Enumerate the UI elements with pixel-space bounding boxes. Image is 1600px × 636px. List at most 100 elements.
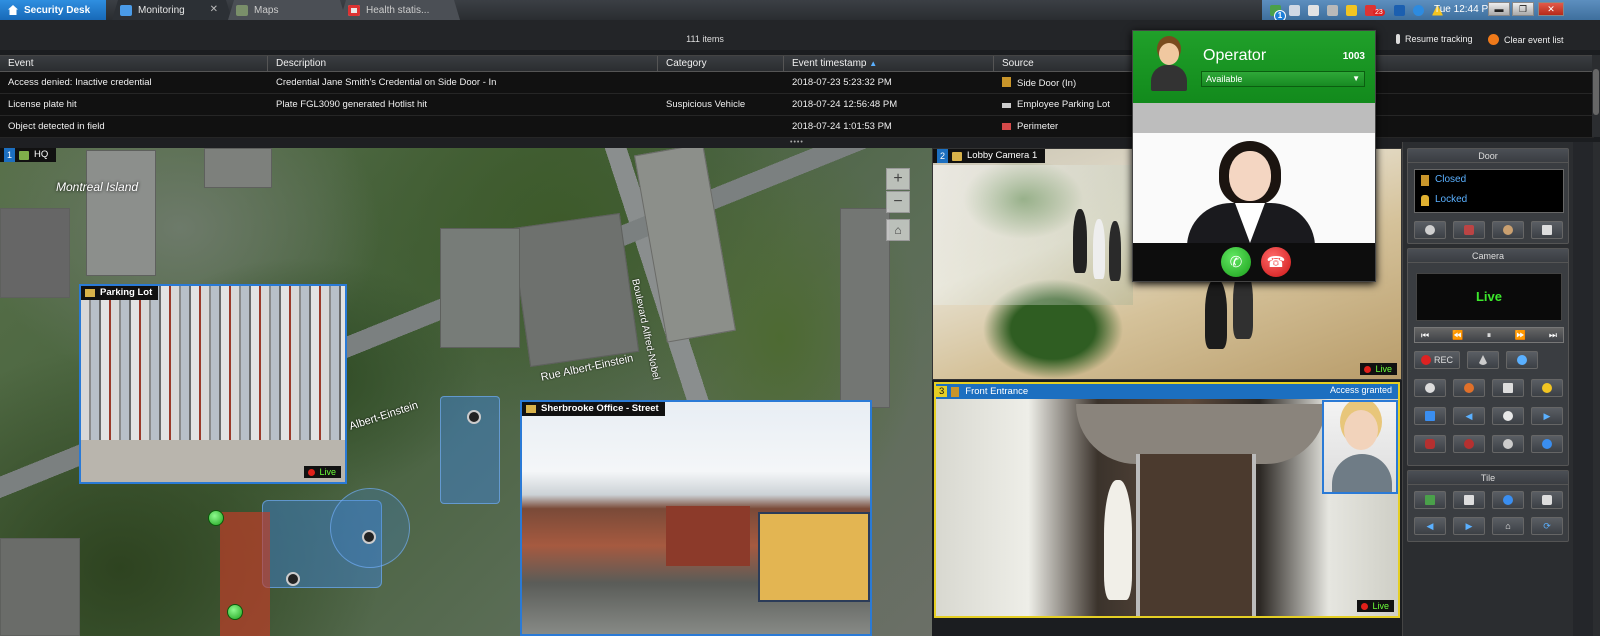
zoom-in-button[interactable]: +	[886, 168, 910, 190]
volume-icon[interactable]	[1394, 4, 1405, 16]
tile-clear-button[interactable]	[1453, 491, 1485, 509]
window-close-button[interactable]: ✕	[1538, 2, 1564, 16]
street-camera-overlay[interactable]: Sherbrooke Office - Street	[520, 400, 872, 636]
view-button[interactable]	[1506, 351, 1538, 369]
sort-ascending-icon: ▲	[869, 59, 878, 68]
door-state-list: Closed Locked	[1414, 169, 1564, 213]
panel-scroll-area[interactable]	[1573, 142, 1593, 636]
home-tab[interactable]: Security Desk	[0, 0, 106, 20]
column-header-timestamp[interactable]: Event timestamp ▲	[784, 56, 994, 71]
ptz-home-button[interactable]	[1492, 407, 1524, 425]
cell-timestamp: 2018-07-24 1:01:53 PM	[792, 121, 892, 132]
home-icon: ⌂	[1505, 521, 1511, 531]
camera-icon	[526, 405, 536, 413]
close-icon[interactable]: ✕	[210, 4, 218, 15]
eject-button[interactable]	[1467, 351, 1499, 369]
minimize-button[interactable]: ▬	[1488, 2, 1510, 16]
record-button[interactable]: REC	[1414, 351, 1460, 369]
ptz-right-button[interactable]: ▶	[1531, 407, 1563, 425]
resume-tracking-button[interactable]: Resume tracking	[1396, 34, 1473, 44]
cell-timestamp: 2018-07-23 5:23:32 PM	[792, 77, 892, 88]
skip-end-icon[interactable]: ⏭	[1549, 328, 1557, 342]
door-widget-title: Door	[1408, 149, 1568, 163]
scrollbar-thumb[interactable]	[1593, 69, 1599, 115]
tab-maps[interactable]: Maps	[228, 0, 346, 20]
export-button[interactable]	[1492, 379, 1524, 397]
column-header-event[interactable]: Event	[0, 56, 268, 71]
cardholder-photo[interactable]	[1322, 400, 1398, 494]
tile-title: Front Entrance	[965, 386, 1029, 397]
parking-lot-overlay[interactable]: Parking Lot Live	[79, 284, 347, 484]
camera-info-button[interactable]	[1531, 435, 1563, 453]
info-icon	[1542, 439, 1552, 449]
tile-refresh-button[interactable]: ⟳	[1531, 517, 1563, 535]
device-icon[interactable]	[1308, 4, 1319, 16]
camera-icon[interactable]	[362, 530, 376, 544]
globe-icon[interactable]	[1413, 4, 1424, 16]
door-actions	[1414, 221, 1563, 239]
door-state-locked: Locked	[1415, 190, 1563, 210]
alarm-icon[interactable]: 23	[1365, 4, 1385, 16]
unlock-door-button[interactable]	[1414, 221, 1446, 239]
tile-next-button[interactable]: ▶	[1453, 517, 1485, 535]
map-tile[interactable]: Montreal Island Rue Albert-Einstein Albe…	[0, 148, 932, 636]
restore-button[interactable]: ❐	[1512, 2, 1534, 16]
zoom-button[interactable]	[1492, 435, 1524, 453]
camera-coverage-zone[interactable]	[330, 488, 410, 568]
overlay-camera-title: Parking Lot	[100, 287, 153, 298]
chevron-right-icon: ▶	[1465, 520, 1473, 531]
ptz-stop-button[interactable]	[1414, 407, 1446, 425]
microphone-button[interactable]	[1414, 435, 1446, 453]
door-schedule-button[interactable]	[1453, 221, 1485, 239]
avatar-body	[1151, 65, 1187, 91]
perimeter-zone[interactable]	[220, 512, 270, 636]
eye-icon	[1517, 355, 1527, 365]
caller-face	[1229, 151, 1271, 201]
pause-icon[interactable]: ⏸	[1487, 328, 1492, 342]
availability-dropdown[interactable]: Available ▼	[1201, 71, 1365, 87]
cell-description: Credential Jane Smith's Credential on Si…	[276, 77, 497, 88]
home-view-button[interactable]: ⌂	[886, 219, 910, 241]
decline-call-button[interactable]: ☎	[1261, 247, 1291, 277]
megaphone-icon[interactable]	[1346, 4, 1357, 16]
zoom-out-button[interactable]: −	[886, 191, 910, 213]
timeline-button[interactable]	[1414, 379, 1446, 397]
brick-building	[666, 506, 750, 566]
map-pin-icon[interactable]	[227, 604, 243, 620]
chevron-down-icon: ▼	[1352, 74, 1360, 83]
camera-actions-row2	[1414, 379, 1563, 397]
tile-pattern-button[interactable]	[1492, 491, 1524, 509]
mute-button[interactable]	[1453, 435, 1485, 453]
caller-video-top-bar	[1133, 103, 1375, 133]
front-entrance-tile[interactable]: 3 Front Entrance Access granted Live	[934, 382, 1400, 618]
column-header-description[interactable]: Description	[268, 56, 658, 71]
snapshot-button[interactable]	[1531, 379, 1563, 397]
tile-previous-button[interactable]: ◀	[1414, 517, 1446, 535]
road-label: Albert-Einstein	[347, 399, 420, 433]
playback-controls: ⏮ ⏪ ⏸ ⏩ ⏭	[1414, 327, 1564, 343]
tab-monitoring[interactable]: Monitoring ✕	[112, 0, 232, 20]
camera-icon[interactable]	[286, 572, 300, 586]
tab-health-statistics[interactable]: Health statis...	[340, 0, 460, 20]
tile-fullscreen-button[interactable]	[1414, 491, 1446, 509]
accept-call-button[interactable]: ✆	[1221, 247, 1251, 277]
ptz-left-button[interactable]: ◀	[1453, 407, 1485, 425]
door-icon	[1421, 174, 1429, 186]
event-table-scrollbar[interactable]	[1592, 55, 1600, 137]
column-header-category[interactable]: Category	[658, 56, 784, 71]
clear-event-list-button[interactable]: Clear event list	[1488, 34, 1564, 45]
camera-icon[interactable]	[467, 410, 481, 424]
rewind-start-icon[interactable]: ⏮	[1421, 328, 1429, 342]
save-icon[interactable]	[1289, 4, 1300, 16]
bookmark-button[interactable]	[1453, 379, 1485, 397]
rewind-icon[interactable]: ⏪	[1452, 328, 1463, 342]
override-button[interactable]	[1492, 221, 1524, 239]
forward-icon[interactable]: ⏩	[1514, 328, 1525, 342]
door-trash-button[interactable]	[1531, 221, 1563, 239]
camera-widget-title: Camera	[1408, 249, 1568, 263]
storage-icon[interactable]	[1327, 4, 1338, 16]
tile-snapshot-button[interactable]	[1531, 491, 1563, 509]
map-pin-icon[interactable]	[208, 510, 224, 526]
tile-title: Lobby Camera 1	[967, 150, 1038, 161]
tile-home-button[interactable]: ⌂	[1492, 517, 1524, 535]
